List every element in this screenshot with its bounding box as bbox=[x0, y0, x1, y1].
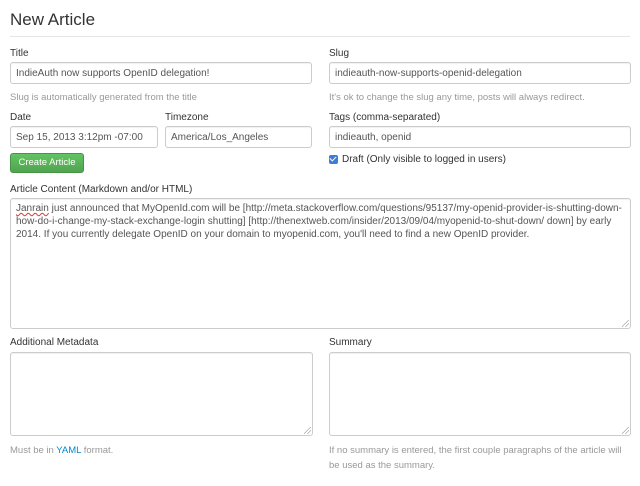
content-resize-handle[interactable] bbox=[622, 320, 629, 327]
slug-label: Slug bbox=[329, 48, 350, 59]
summary-resize-handle[interactable] bbox=[622, 427, 629, 434]
create-article-button[interactable]: Create Article bbox=[10, 153, 84, 173]
draft-label: Draft (Only visible to logged in users) bbox=[342, 154, 506, 165]
tags-input[interactable]: indieauth, openid bbox=[329, 126, 631, 148]
metadata-help-prefix: Must be in bbox=[10, 445, 57, 456]
title-input[interactable]: IndieAuth now supports OpenID delegation… bbox=[10, 62, 312, 84]
tags-input-value: indieauth, openid bbox=[335, 131, 412, 143]
page-title: New Article bbox=[10, 10, 96, 29]
timezone-label: Timezone bbox=[165, 112, 209, 123]
slug-help: It's ok to change the slug any time, pos… bbox=[329, 92, 585, 103]
draft-toggle[interactable]: Draft (Only visible to logged in users) bbox=[329, 154, 506, 165]
metadata-help-suffix: format. bbox=[81, 445, 114, 456]
title-label: Title bbox=[10, 48, 29, 59]
date-input[interactable]: Sep 15, 2013 3:12pm -07:00 bbox=[10, 126, 158, 148]
summary-help: If no summary is entered, the first coup… bbox=[329, 445, 622, 471]
title-input-value: IndieAuth now supports OpenID delegation… bbox=[16, 67, 210, 79]
slug-input-value: indieauth-now-supports-openid-delegation bbox=[335, 67, 522, 79]
metadata-label: Additional Metadata bbox=[10, 337, 99, 348]
content-text-rest: just announced that MyOpenId.com will be… bbox=[16, 203, 622, 240]
date-label: Date bbox=[10, 112, 32, 123]
content-textarea[interactable]: Janrain just announced that MyOpenId.com… bbox=[10, 198, 631, 329]
yaml-link[interactable]: YAML bbox=[56, 445, 81, 456]
summary-label: Summary bbox=[329, 337, 372, 348]
timezone-input-value: America/Los_Angeles bbox=[171, 131, 269, 143]
content-label: Article Content (Markdown and/or HTML) bbox=[10, 184, 193, 195]
tags-label: Tags (comma-separated) bbox=[329, 112, 441, 123]
draft-checkbox[interactable] bbox=[329, 155, 338, 164]
metadata-textarea[interactable] bbox=[10, 352, 313, 436]
date-input-value: Sep 15, 2013 3:12pm -07:00 bbox=[16, 131, 143, 143]
title-help: Slug is automatically generated from the… bbox=[10, 92, 197, 103]
metadata-resize-handle[interactable] bbox=[304, 427, 311, 434]
slug-input[interactable]: indieauth-now-supports-openid-delegation bbox=[329, 62, 631, 84]
content-text: Janrain just announced that MyOpenId.com… bbox=[16, 202, 622, 241]
summary-textarea[interactable] bbox=[329, 352, 631, 436]
title-divider bbox=[10, 36, 630, 37]
metadata-help: Must be in YAML format. bbox=[10, 443, 113, 458]
timezone-input[interactable]: America/Los_Angeles bbox=[165, 126, 312, 148]
spellcheck-word: Janrain bbox=[16, 203, 49, 214]
